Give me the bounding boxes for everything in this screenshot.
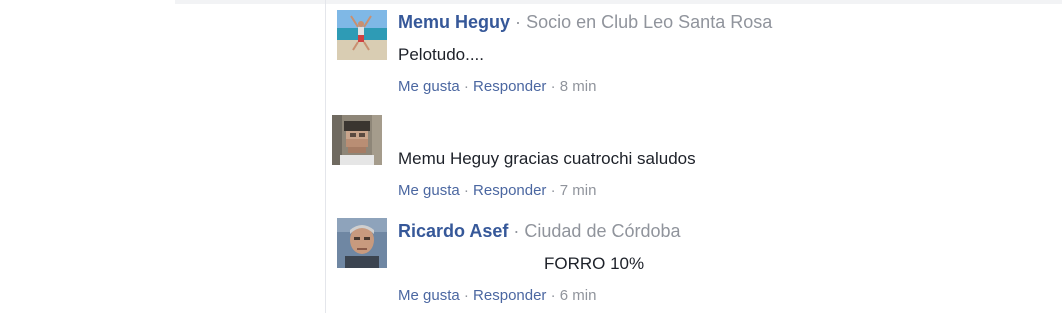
comment-text: Memu Heguy gracias cuatrochi saludos bbox=[398, 149, 696, 168]
action-separator: · bbox=[463, 287, 469, 304]
action-separator: · bbox=[463, 182, 469, 199]
author-subtitle: Socio en Club Leo Santa Rosa bbox=[526, 12, 773, 32]
action-separator: · bbox=[550, 182, 556, 199]
action-separator: · bbox=[550, 78, 556, 95]
action-separator: · bbox=[550, 287, 556, 304]
comment-text: Pelotudo.... bbox=[398, 45, 485, 64]
column-divider bbox=[325, 0, 326, 313]
comment-timestamp[interactable]: 6 min bbox=[560, 287, 597, 304]
top-border bbox=[175, 0, 1062, 4]
like-link[interactable]: Me gusta bbox=[398, 287, 460, 304]
comment-header: Memu Heguy · Socio en Club Leo Santa Ros… bbox=[398, 12, 772, 33]
like-link[interactable]: Me gusta bbox=[398, 78, 460, 95]
avatar[interactable] bbox=[337, 218, 387, 268]
author-subtitle: Ciudad de Córdoba bbox=[524, 221, 681, 241]
like-link[interactable]: Me gusta bbox=[398, 182, 460, 199]
comment-text: FORRO 10% bbox=[544, 254, 645, 273]
comment-actions: Me gusta · Responder · 8 min bbox=[398, 78, 596, 95]
comment-header: Ricardo Asef · Ciudad de Córdoba bbox=[398, 221, 681, 242]
left-blank-pane bbox=[0, 0, 325, 313]
avatar[interactable] bbox=[332, 115, 382, 165]
reply-link[interactable]: Responder bbox=[473, 182, 546, 199]
reply-link[interactable]: Responder bbox=[473, 78, 546, 95]
comment-timestamp[interactable]: 7 min bbox=[560, 182, 597, 199]
comment-actions: Me gusta · Responder · 6 min bbox=[398, 287, 596, 304]
action-separator: · bbox=[463, 78, 469, 95]
header-separator: · bbox=[513, 221, 520, 241]
comment-timestamp[interactable]: 8 min bbox=[560, 78, 597, 95]
avatar[interactable] bbox=[337, 10, 387, 60]
reply-link[interactable]: Responder bbox=[473, 287, 546, 304]
header-separator: · bbox=[515, 12, 522, 32]
comment-actions: Me gusta · Responder · 7 min bbox=[398, 182, 596, 199]
author-link[interactable]: Ricardo Asef bbox=[398, 221, 508, 241]
author-link[interactable]: Memu Heguy bbox=[398, 12, 510, 32]
